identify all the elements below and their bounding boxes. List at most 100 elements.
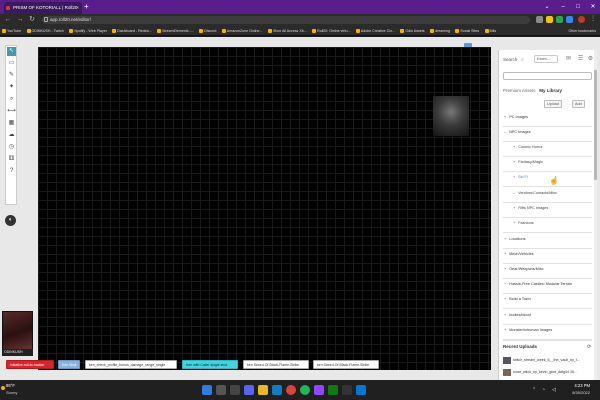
profile-avatar[interactable]	[578, 16, 585, 23]
browser-tab[interactable]: PRISM OF KOTORIALL | Roll20 ×	[4, 2, 82, 14]
expand-icon[interactable]: +	[513, 145, 515, 149]
macro-button[interactable]: ken Sword-Of-Black-Flame-Strike	[313, 360, 379, 369]
bookmark-item[interactable]: YouTube	[0, 26, 23, 35]
add-folder-button[interactable]: Add	[572, 100, 585, 108]
xbox-taskbar-icon[interactable]	[328, 385, 338, 395]
folder-item[interactable]: + Build a Town	[504, 297, 531, 301]
volume-icon[interactable]: ◁	[552, 387, 556, 393]
help-icon[interactable]: ?	[7, 167, 16, 176]
recent-refresh-icon[interactable]: ⟳	[587, 344, 591, 350]
search-scope-select[interactable]: Exam...	[534, 55, 558, 63]
address-bar[interactable]: app.roll20.net/editor/	[42, 16, 530, 24]
macro-button[interactable]: initiative-roll-to-tracker	[6, 360, 54, 369]
tab-close-icon[interactable]: ×	[76, 2, 79, 14]
dark-mode-toggle-icon[interactable]: ◐	[5, 215, 16, 226]
expand-icon[interactable]: +	[504, 282, 506, 286]
bookmark-item[interactable]: Spotify - Web Player	[67, 26, 109, 35]
journal-tab-icon[interactable]: ☰	[577, 56, 584, 63]
clock-date[interactable]: 8/30/2022	[566, 390, 590, 395]
library-search-input[interactable]	[503, 72, 592, 80]
turn-tracker-icon[interactable]: ◷	[7, 143, 16, 152]
close-window-button[interactable]: ✕	[586, 0, 600, 14]
folder-item[interactable]: – NPC Images	[504, 130, 531, 134]
folder-item[interactable]: + Gear/Weapons/Misc	[504, 267, 544, 271]
zoom-tool-icon[interactable]: ⌕	[7, 95, 16, 104]
expand-icon[interactable]: +	[504, 328, 506, 332]
menu-kebab-icon[interactable]: ⋮	[590, 16, 597, 23]
chat-tab-icon[interactable]: ✉	[565, 56, 572, 63]
weather-temperature[interactable]: 86°F	[6, 383, 15, 388]
bookmark-item[interactable]: StreamElements -...	[155, 26, 196, 35]
minimize-button[interactable]: –	[556, 0, 570, 14]
folder-item[interactable]: + Cosmic Horror	[513, 145, 543, 149]
fog-tool-icon[interactable]: ▦	[7, 119, 16, 128]
obs-taskbar-icon[interactable]	[342, 385, 352, 395]
recent-upload-item[interactable]: lunar_witch_by_kevin_glint_dafg44 35...	[503, 368, 594, 377]
expand-icon[interactable]: +	[513, 175, 515, 179]
dynamic-lighting-tool-icon[interactable]: ☁	[7, 131, 16, 140]
folder-item[interactable]: + Mech/Vehicles	[504, 252, 534, 256]
bookmark-item[interactable]: dreaming	[428, 26, 452, 35]
bookmark-item[interactable]: ODINKUSH - Twitch	[25, 26, 66, 35]
spotify-taskbar-icon[interactable]	[300, 385, 310, 395]
new-tab-button[interactable]: +	[84, 2, 89, 12]
collapse-icon[interactable]: –	[504, 130, 506, 134]
macro-button[interactable]: Ken with Caller single shot	[182, 360, 238, 369]
folder-item[interactable]: + Locations	[504, 237, 525, 241]
scrollbar-thumb[interactable]	[594, 70, 597, 180]
weather-description[interactable]: Sunny	[6, 390, 17, 395]
maximize-button[interactable]: □	[571, 0, 585, 14]
my-library-tab[interactable]: My Library	[539, 88, 562, 93]
other-bookmarks[interactable]: Other bookmarks	[568, 26, 596, 35]
bookmark-item[interactable]: Odin Assets	[398, 26, 426, 35]
dice-roller-icon[interactable]: ⚅	[7, 155, 16, 164]
draw-tool-icon[interactable]: ✎	[7, 71, 16, 80]
bookmark-star-icon[interactable]	[546, 16, 553, 23]
premium-assets-tab[interactable]: Premium Assets	[503, 88, 536, 93]
expand-icon[interactable]: +	[513, 160, 515, 164]
expand-icon[interactable]: +	[504, 267, 506, 271]
start-button-icon[interactable]	[202, 385, 212, 395]
tab-search-icon[interactable]: ⌄	[540, 0, 554, 14]
file-explorer-icon[interactable]	[258, 385, 268, 395]
expand-icon[interactable]: +	[513, 221, 515, 225]
search-taskbar-icon[interactable]	[216, 385, 226, 395]
select-tool-icon[interactable]: ↖	[7, 47, 16, 56]
expand-icon[interactable]: +	[504, 237, 506, 241]
recent-upload-item[interactable]: twitch_stream_week_6__the_vault_by_t...	[503, 356, 594, 365]
measure-tool-icon[interactable]: ⟷	[7, 107, 16, 116]
collapse-icon[interactable]: –	[513, 191, 515, 195]
bookmark-item[interactable]: Discord	[197, 26, 218, 35]
twitch-taskbar-icon[interactable]	[314, 385, 324, 395]
search-icon[interactable]: ⌕	[521, 57, 524, 63]
folder-item[interactable]: + Sci Fi	[513, 175, 528, 179]
map-canvas[interactable]	[38, 47, 491, 370]
clock-time[interactable]: 4:23 PM	[566, 383, 590, 388]
folder-item[interactable]: – Vendors/Contacts/Misc	[513, 191, 557, 195]
bookmark-item[interactable]: Roll20: Online virtu...	[310, 26, 352, 35]
folder-item[interactable]: + Monster/Inhuman Images	[504, 328, 552, 332]
folder-item[interactable]: + bodies/blood	[504, 313, 531, 317]
edge-taskbar-icon[interactable]	[272, 385, 282, 395]
folder-item[interactable]: + Fantasy/Magic	[513, 160, 543, 164]
bookmark-item[interactable]: AmazonZone Online...	[220, 26, 265, 35]
sidebar-scrollbar[interactable]	[594, 50, 597, 380]
chrome-taskbar-icon[interactable]	[286, 385, 296, 395]
macro-button[interactable]: Ken Shot	[58, 360, 80, 369]
folder-item[interactable]: + Hassle-Free Castles: Modular Terrain	[504, 282, 572, 286]
map-token-image[interactable]	[433, 96, 469, 136]
discord-taskbar-icon[interactable]	[244, 385, 254, 395]
layer-tool-icon[interactable]: ▭	[7, 59, 16, 68]
fx-tool-icon[interactable]: ✦	[7, 83, 16, 92]
expand-icon[interactable]: +	[504, 313, 506, 317]
settings-tab-icon[interactable]: ⚙	[587, 56, 594, 63]
macro-button[interactable]: ken_check_profile_bonus_damage_range_sin…	[85, 360, 177, 369]
bookmark-item[interactable]: Dashboard - Redea...	[110, 26, 153, 35]
expand-icon[interactable]: +	[504, 297, 506, 301]
bookmark-item[interactable]: Adobe Creative Clo...	[354, 26, 397, 35]
bookmark-item[interactable]: Xbox All Access Xb...	[266, 26, 309, 35]
bookmark-item[interactable]: Bills	[483, 26, 499, 35]
expand-icon[interactable]: +	[504, 252, 506, 256]
folder-item[interactable]: + Fashions	[513, 221, 534, 225]
expand-icon[interactable]: +	[513, 206, 515, 210]
